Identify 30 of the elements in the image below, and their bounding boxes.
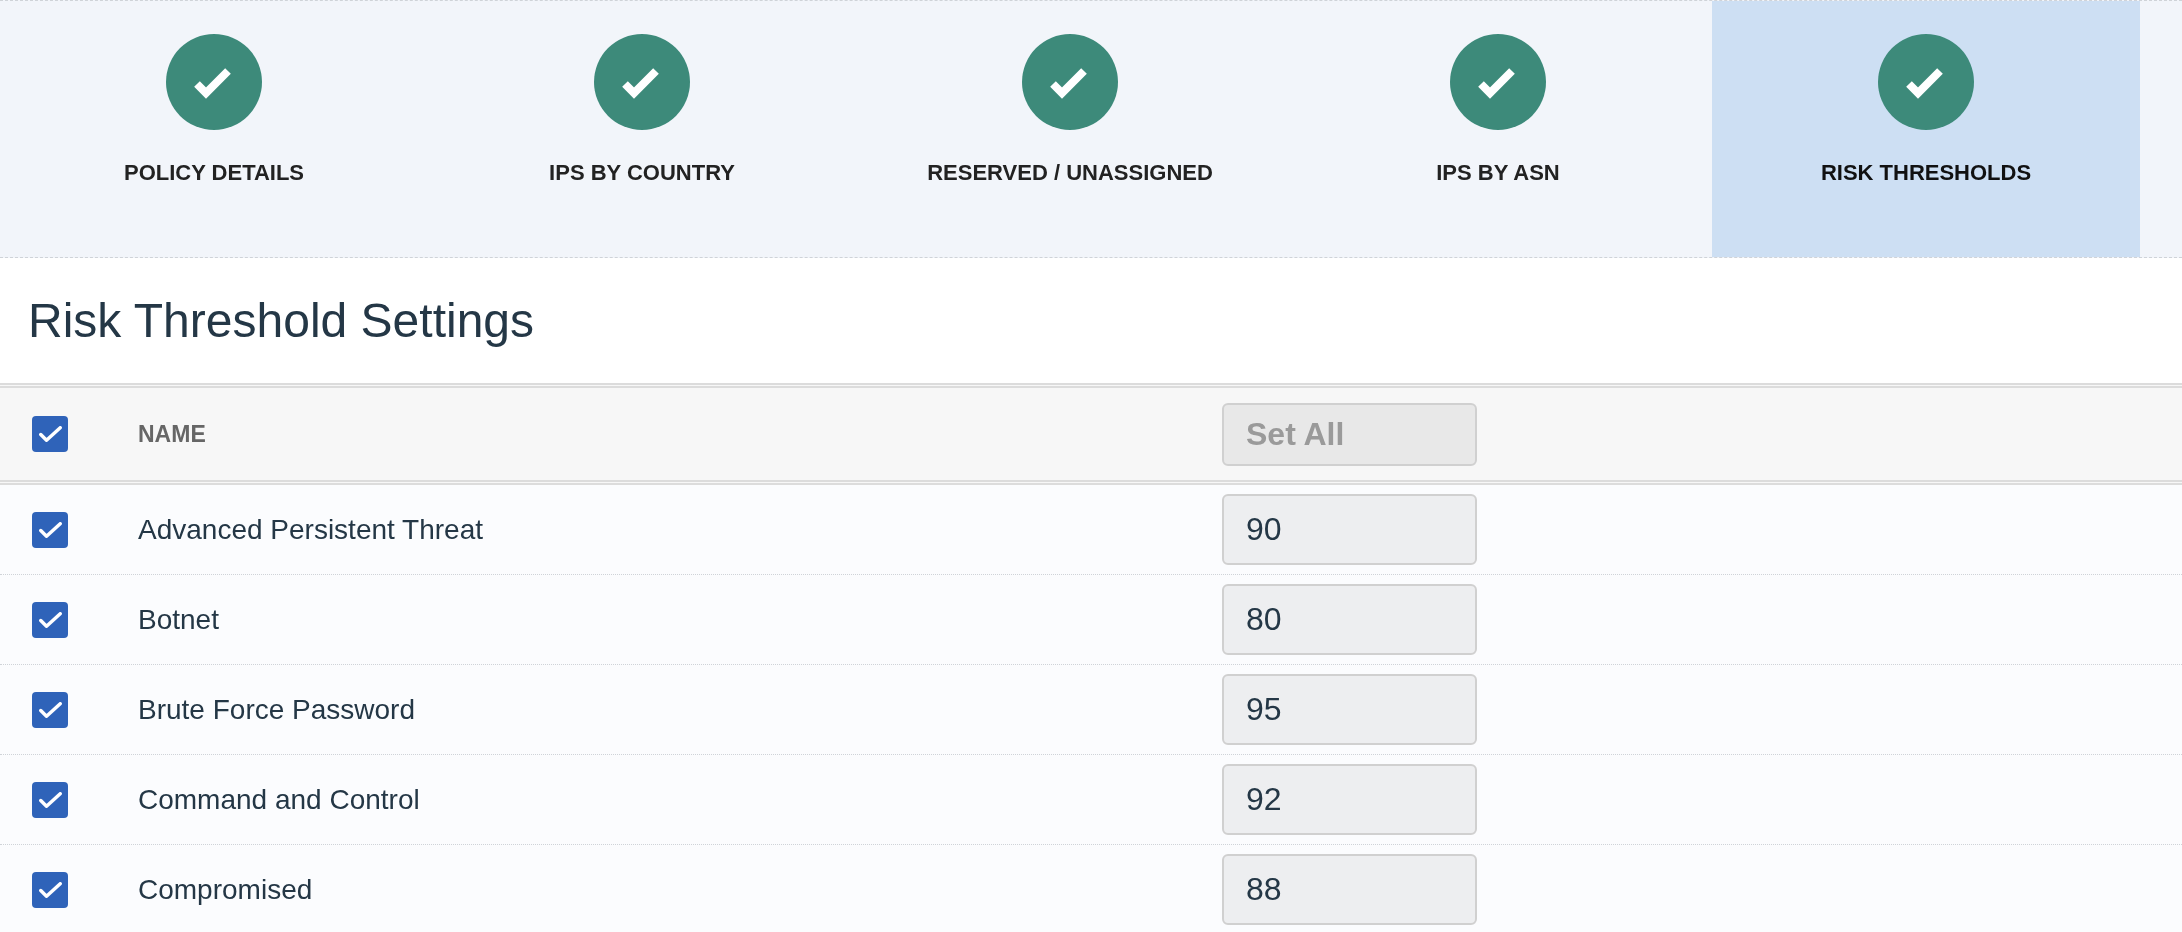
row-checkbox[interactable] — [32, 871, 68, 908]
row-checkbox[interactable] — [32, 511, 68, 548]
check-icon — [38, 426, 62, 442]
table-cell: Compromised — [138, 873, 313, 905]
select-all-checkbox[interactable] — [32, 416, 68, 452]
check-icon — [38, 521, 62, 538]
column-header: NAME — [138, 420, 206, 447]
table-cell: Command and Control — [138, 783, 420, 815]
row-checkbox[interactable] — [32, 781, 68, 818]
step-tab[interactable]: RISK THRESHOLDS — [1712, 1, 2140, 257]
step-tab[interactable]: IPS BY ASN — [1284, 1, 1712, 257]
threshold-field[interactable]: 92 — [1222, 764, 1477, 835]
section-title: Risk Threshold Settings — [28, 292, 534, 349]
check-icon — [38, 881, 62, 898]
check-icon — [38, 701, 62, 718]
table-cell: Brute Force Password — [138, 693, 415, 725]
step-tab[interactable]: IPS BY COUNTRY — [428, 1, 856, 257]
threshold-field[interactable]: 80 — [1222, 584, 1477, 655]
threshold-field[interactable]: 95 — [1222, 674, 1477, 745]
threshold-field[interactable]: 90 — [1222, 494, 1477, 565]
table-cell: Advanced Persistent Threat — [138, 513, 483, 545]
set-all-field[interactable]: Set All — [1222, 402, 1477, 466]
row-checkbox[interactable] — [32, 691, 68, 728]
check-icon — [38, 611, 62, 628]
step-tab[interactable]: POLICY DETAILS — [0, 1, 428, 257]
step-tab[interactable]: RESERVED / UNASSIGNED — [856, 1, 1284, 257]
row-checkbox[interactable] — [32, 601, 68, 638]
table-cell: Botnet — [138, 603, 219, 635]
check-icon — [38, 791, 62, 808]
threshold-field[interactable]: 88 — [1222, 854, 1477, 925]
